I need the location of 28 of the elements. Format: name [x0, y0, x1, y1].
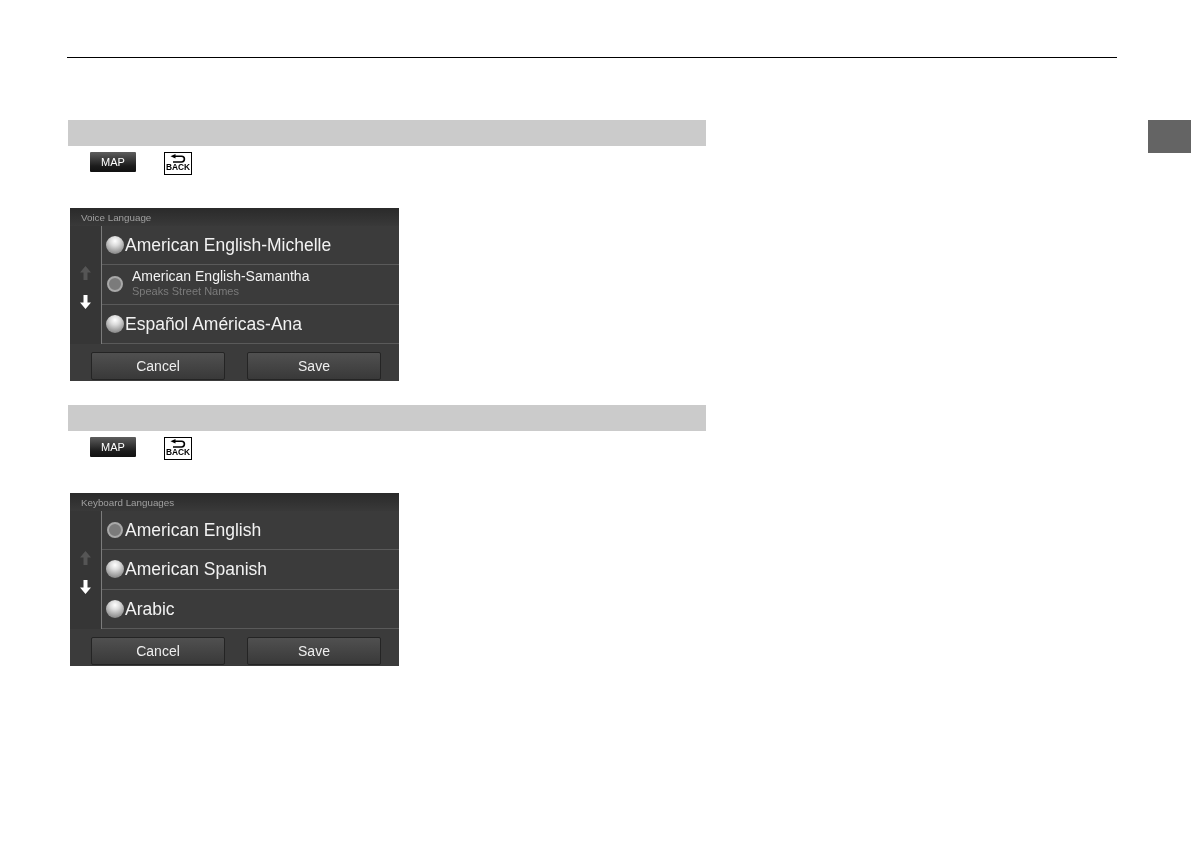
screen-title: Voice Language — [81, 211, 152, 223]
dialog-button[interactable]: Cancel — [91, 637, 225, 665]
back-button[interactable]: BACK — [164, 437, 192, 460]
option-label: American Spanish — [125, 559, 268, 580]
radio-button[interactable] — [106, 236, 124, 255]
radio-button[interactable] — [106, 599, 124, 618]
option-label: American English-Michelle — [125, 235, 332, 256]
radio-button[interactable] — [106, 560, 124, 579]
return-arrow-icon — [170, 154, 186, 163]
page-edge-marker — [1148, 120, 1191, 153]
map-button[interactable]: MAP — [90, 437, 136, 457]
screen-title: Keyboard Languages — [81, 496, 175, 508]
radio-button[interactable] — [107, 276, 123, 293]
return-arrow-icon — [170, 439, 186, 448]
option-label: Español Américas-Ana — [125, 313, 303, 334]
map-button[interactable]: MAP — [90, 152, 136, 172]
dialog-button[interactable]: Save — [247, 637, 381, 665]
dialog-button[interactable]: Save — [247, 352, 381, 380]
option-subtitle: Speaks Street Names — [132, 285, 240, 299]
radio-button[interactable] — [107, 522, 123, 539]
back-button[interactable]: BACK — [164, 152, 192, 175]
option-label: American English-Samantha — [132, 268, 310, 286]
scroll-down-arrow-icon[interactable] — [80, 294, 91, 309]
dialog-button[interactable]: Cancel — [91, 352, 225, 380]
option-label: American English — [125, 520, 262, 541]
radio-button[interactable] — [106, 314, 124, 333]
scroll-down-arrow-icon[interactable] — [80, 579, 91, 594]
option-label: Arabic — [125, 598, 175, 619]
